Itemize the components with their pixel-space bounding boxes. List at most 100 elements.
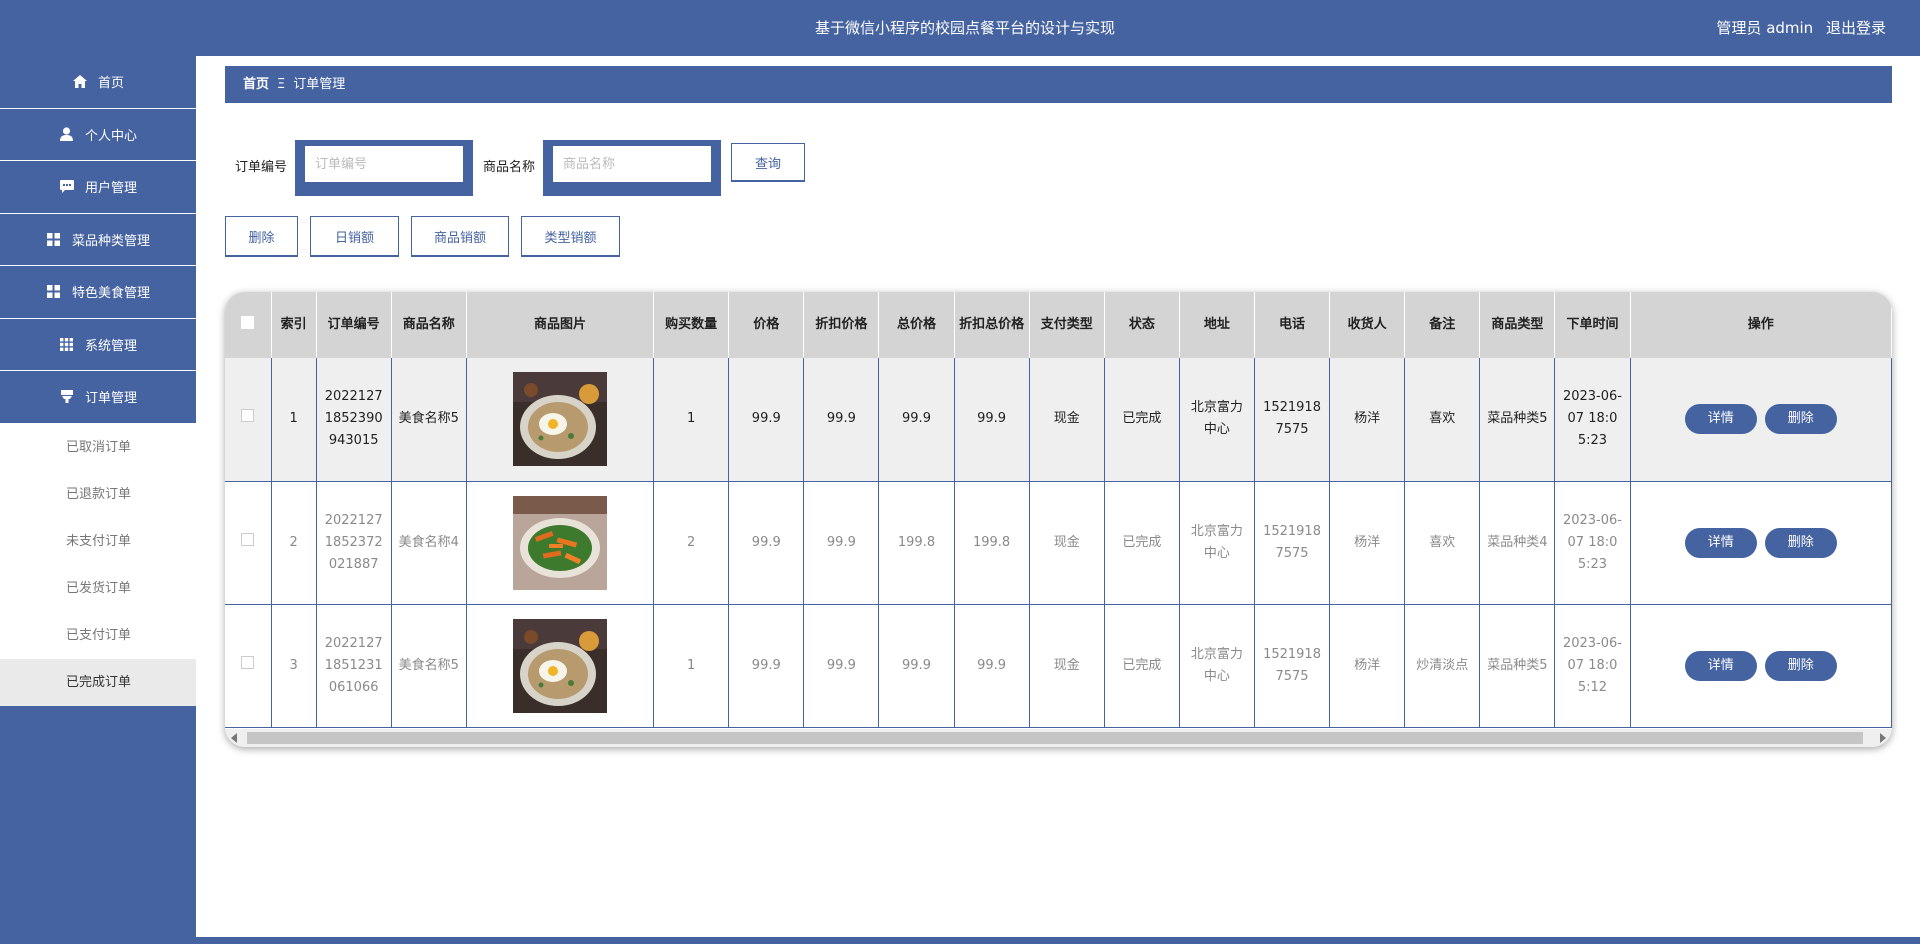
cell-discount-total: 199.8: [954, 481, 1030, 605]
submenu-unpaid-orders[interactable]: 未支付订单: [0, 518, 196, 565]
delete-button[interactable]: 删除: [225, 216, 298, 256]
scroll-right-arrow-icon[interactable]: [1880, 733, 1886, 743]
submenu-completed-orders[interactable]: 已完成订单: [0, 658, 196, 706]
cell-goods-name: 美食名称5: [391, 604, 467, 728]
horizontal-scrollbar[interactable]: [225, 729, 1892, 747]
cell-total: 99.9: [878, 604, 955, 728]
daily-sales-button[interactable]: 日销额: [310, 216, 399, 256]
row-delete-button[interactable]: 删除: [1764, 527, 1837, 558]
order-no-input[interactable]: [305, 146, 464, 182]
apps-icon: [59, 337, 75, 351]
row-delete-button[interactable]: 删除: [1764, 650, 1837, 681]
sidebar-item-label: 特色美食管理: [71, 286, 150, 302]
table-row[interactable]: 3 20221271851231061066 美食名称5 1 99.9 99.9…: [225, 604, 1892, 728]
cell-order-no: 20221271851231061066: [316, 604, 392, 728]
sidebar-item-profile[interactable]: 个人中心: [0, 109, 196, 161]
sidebar-item-system[interactable]: 系统管理: [0, 319, 196, 371]
sidebar-item-label: 订单管理: [84, 391, 137, 407]
cell-actions: 详情 删除: [1630, 604, 1892, 728]
row-select-cell: [225, 604, 272, 728]
column-header: 总价格: [878, 292, 955, 358]
query-button[interactable]: 查询: [731, 143, 806, 181]
home-icon: [72, 75, 88, 89]
cell-image: [466, 604, 655, 728]
detail-button[interactable]: 详情: [1684, 404, 1757, 435]
grid-icon: [46, 232, 62, 246]
column-header: 收货人: [1329, 292, 1406, 358]
user-area: 管理员 admin 退出登录: [1708, 0, 1886, 56]
top-header: 基于微信小程序的校园点餐平台的设计与实现 管理员 admin 退出登录: [0, 0, 1920, 56]
logout-link[interactable]: 退出登录: [1826, 19, 1886, 37]
row-delete-button[interactable]: 删除: [1764, 404, 1837, 435]
sidebar-item-label: 首页: [97, 76, 124, 92]
app-title: 基于微信小程序的校园点餐平台的设计与实现: [814, 19, 1115, 37]
row-checkbox[interactable]: [241, 532, 255, 546]
cell-actions: 详情 删除: [1630, 358, 1892, 482]
submenu-cancelled-orders[interactable]: 已取消订单: [0, 424, 196, 471]
cell-total: 199.8: [878, 481, 955, 605]
column-header: 地址: [1179, 292, 1255, 358]
column-header: 商品类型: [1479, 292, 1556, 358]
submenu-paid-orders[interactable]: 已支付订单: [0, 612, 196, 659]
submenu-shipped-orders[interactable]: 已发货订单: [0, 565, 196, 612]
type-sales-button[interactable]: 类型销额: [521, 216, 620, 256]
fried-rice-egg-photo: [512, 618, 607, 713]
column-header: 折扣价格: [803, 292, 880, 358]
cell-discount-price: 99.9: [803, 604, 880, 728]
cell-order-time: 2023-06-07 18:05:23: [1554, 358, 1631, 482]
detail-button[interactable]: 详情: [1684, 527, 1757, 558]
select-all-cell: [225, 292, 272, 358]
cell-goods-name: 美食名称4: [391, 481, 467, 605]
table-row[interactable]: 2 20221271852372021887 美食名称4 2 99.9 99.9…: [225, 481, 1892, 605]
grid-icon: [46, 285, 62, 299]
scroll-left-arrow-icon[interactable]: [231, 733, 237, 743]
column-header: 订单编号: [316, 292, 392, 358]
detail-button[interactable]: 详情: [1684, 650, 1757, 681]
cell-receiver: 杨洋: [1329, 481, 1406, 605]
submenu-refunded-orders[interactable]: 已退款订单: [0, 471, 196, 518]
breadcrumb-current: 订单管理: [293, 77, 346, 92]
scrollbar-thumb[interactable]: [247, 732, 1863, 744]
chat-icon: [59, 180, 75, 194]
cell-price: 99.9: [728, 481, 805, 605]
breadcrumb: 首页 Ξ 订单管理: [225, 66, 1892, 103]
sidebar-item-users[interactable]: 用户管理: [0, 161, 196, 214]
cell-phone: 15219187575: [1254, 481, 1331, 605]
orders-submenu: 已取消订单 已退款订单 未支付订单 已发货订单 已支付订单 已完成订单: [0, 423, 196, 706]
column-header: 操作: [1630, 292, 1892, 358]
sidebar-item-orders[interactable]: 订单管理: [0, 371, 196, 424]
person-icon: [59, 127, 75, 142]
orders-table: 索引 订单编号 商品名称 商品图片 购买数量 价格 折扣价格 总价格 折扣总价格…: [225, 292, 1892, 728]
column-header: 备注: [1404, 292, 1481, 358]
column-header: 商品图片: [466, 292, 655, 358]
table-row[interactable]: 1 20221271852390943015 美食名称5 1 99.9 99.9…: [225, 358, 1892, 482]
sidebar-item-home[interactable]: 首页: [0, 56, 196, 109]
cell-address: 北京富力中心: [1179, 358, 1255, 482]
sidebar-item-category[interactable]: 菜品种类管理: [0, 214, 196, 266]
fried-rice-egg-photo: [512, 372, 607, 467]
row-select-cell: [225, 481, 272, 605]
cell-order-time: 2023-06-07 18:05:23: [1554, 481, 1631, 605]
sidebar-item-specialty[interactable]: 特色美食管理: [0, 266, 196, 319]
column-header: 支付类型: [1029, 292, 1105, 358]
breadcrumb-home[interactable]: 首页: [243, 77, 269, 92]
cell-total: 99.9: [878, 358, 955, 482]
order-no-wrapper: [295, 140, 474, 196]
cell-goods-type: 菜品种类4: [1479, 481, 1556, 605]
goods-sales-button[interactable]: 商品销额: [411, 216, 509, 256]
column-header: 折扣总价格: [954, 292, 1030, 358]
cell-receiver: 杨洋: [1329, 358, 1406, 482]
sidebar-item-label: 菜品种类管理: [71, 233, 150, 249]
cell-qty: 1: [653, 358, 730, 482]
row-checkbox[interactable]: [241, 655, 255, 669]
cell-order-time: 2023-06-07 18:05:12: [1554, 604, 1631, 728]
row-checkbox[interactable]: [241, 409, 255, 423]
cell-index: 1: [271, 358, 317, 482]
cell-qty: 1: [653, 604, 730, 728]
search-form: 订单编号 商品名称 查询: [235, 140, 806, 196]
cell-goods-type: 菜品种类5: [1479, 604, 1556, 728]
cell-phone: 15219187575: [1254, 604, 1331, 728]
select-all-checkbox[interactable]: [241, 315, 255, 329]
goods-name-input[interactable]: [553, 146, 712, 182]
cell-image: [466, 358, 655, 482]
